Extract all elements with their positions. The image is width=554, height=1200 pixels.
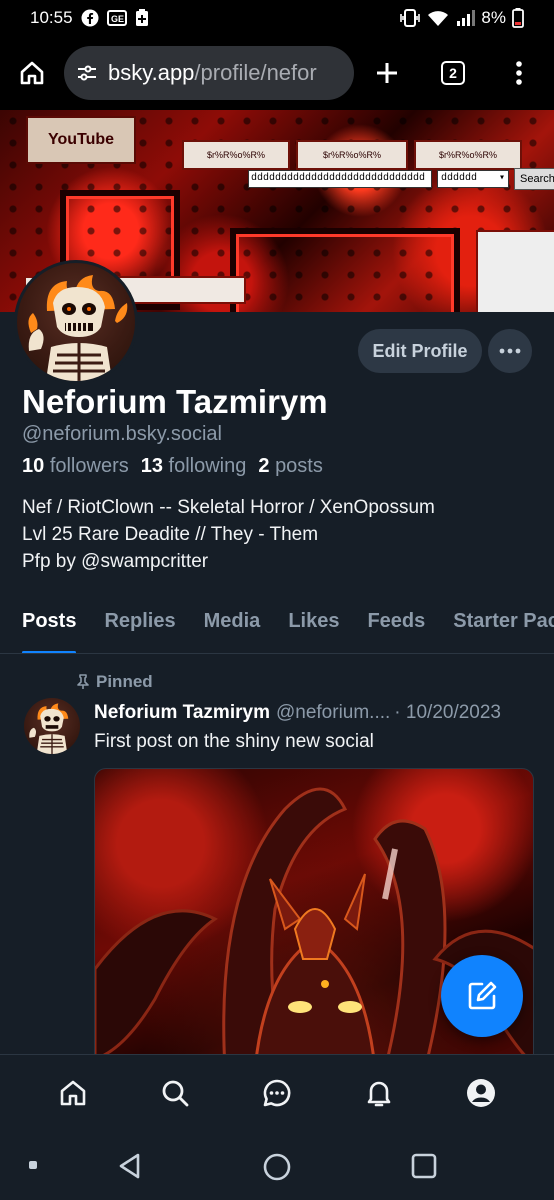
tab-count: 2 <box>441 61 465 85</box>
tab-feeds[interactable]: Feeds <box>367 598 425 653</box>
profile-handle: @neforium.bsky.social <box>22 423 222 445</box>
profile-stats: 10 followers 13 following 2 posts <box>22 455 329 478</box>
following-link[interactable]: 13 following <box>141 455 247 478</box>
post-header: Neforium Tazmirym @neforium.... · 10/20/… <box>94 702 540 724</box>
search-icon <box>162 1080 189 1106</box>
banner-search-input: ddddddddddddddddddddddddddddd <box>248 170 432 188</box>
chat-icon <box>263 1079 291 1106</box>
profile-tabs: Posts Replies Media Likes Feeds Starter … <box>0 598 554 654</box>
banner-tab: $r%R%o%R% <box>296 140 408 170</box>
battery-icon <box>512 8 524 28</box>
banner-tab: $r%R%o%R% <box>182 140 290 170</box>
new-tab-button[interactable] <box>354 36 420 110</box>
wifi-icon <box>427 9 449 27</box>
bio-line: Nef / RiotClown -- Skeletal Horror / Xen… <box>22 497 435 518</box>
followers-link[interactable]: 10 followers <box>22 455 129 478</box>
system-navigation <box>0 1130 554 1200</box>
profile-bio: Nef / RiotClown -- Skeletal Horror / Xen… <box>22 494 435 575</box>
followers-count: 10 <box>22 455 45 477</box>
compose-icon <box>468 981 497 1010</box>
post-date[interactable]: · 10/20/2023 <box>394 702 501 724</box>
bio-line: Pfp by @swampcritter <box>22 551 209 572</box>
browser-menu-button[interactable] <box>486 36 552 110</box>
tab-switcher-button[interactable]: 2 <box>420 36 486 110</box>
address-bar[interactable]: bsky.app/profile/nefor <box>64 46 354 100</box>
more-horizontal-icon <box>499 348 521 354</box>
compose-post-button[interactable] <box>441 955 523 1037</box>
profile-display-name: Neforium Tazmirym <box>22 383 328 420</box>
bottom-navigation <box>0 1054 554 1130</box>
banner-search-button: Search <box>514 168 554 190</box>
banner-tab: $r%R%o%R% <box>414 140 522 170</box>
home-button[interactable] <box>0 36 64 110</box>
tab-starter-packs[interactable]: Starter Pack <box>453 598 554 653</box>
following-label: following <box>168 455 247 477</box>
banner-side-box <box>476 230 554 312</box>
tab-replies[interactable]: Replies <box>104 598 175 653</box>
system-recents-button[interactable] <box>410 1152 438 1180</box>
banner-logo: YouTube <box>26 116 136 164</box>
skeleton-avatar-icon <box>29 703 69 754</box>
post-author-handle[interactable]: @neforium.... <box>276 702 390 724</box>
profile-icon <box>467 1078 495 1107</box>
tab-media[interactable]: Media <box>204 598 261 653</box>
bell-icon <box>367 1081 391 1106</box>
pin-icon <box>77 674 89 689</box>
followers-label: followers <box>49 455 129 477</box>
back-triangle-icon <box>119 1153 140 1179</box>
nav-chat-button[interactable] <box>247 1063 307 1123</box>
post-text[interactable]: First post on the shiny new social <box>94 731 374 753</box>
system-back-button[interactable] <box>116 1152 144 1180</box>
profile-more-button[interactable] <box>488 329 532 373</box>
url-host: bsky.app <box>108 60 195 85</box>
nav-profile-button[interactable] <box>451 1063 511 1123</box>
home-icon <box>20 61 44 85</box>
plus-icon <box>377 63 397 83</box>
vibrate-icon <box>399 9 421 27</box>
tab-posts[interactable]: Posts <box>22 598 77 653</box>
svg-text:GE: GE <box>111 14 124 24</box>
browser-toolbar: bsky.app/profile/nefor 2 <box>0 36 554 110</box>
profile-avatar[interactable] <box>14 260 138 384</box>
banner-frame <box>230 228 460 312</box>
news-icon: GE <box>106 10 127 26</box>
home-icon <box>60 1080 86 1105</box>
pinned-indicator: Pinned <box>76 672 153 692</box>
nav-notifications-button[interactable] <box>349 1063 409 1123</box>
post-author-avatar[interactable] <box>24 698 80 754</box>
site-settings-icon[interactable] <box>76 63 98 83</box>
bio-line: Lvl 25 Rare Deadite // They - Them <box>22 524 319 545</box>
tab-likes[interactable]: Likes <box>288 598 339 653</box>
posts-label: posts <box>275 455 323 477</box>
battery-percent: 8% <box>481 8 506 27</box>
following-count: 13 <box>140 455 163 477</box>
banner-search-select: dddddd <box>437 170 509 188</box>
posts-stat: 2 posts <box>258 455 323 478</box>
system-dot-indicator <box>28 1160 38 1170</box>
pinned-label: Pinned <box>96 672 153 691</box>
more-vertical-icon <box>516 61 522 85</box>
medical-icon <box>135 9 149 27</box>
posts-count: 2 <box>258 455 270 477</box>
bio-mention-link[interactable]: @swampcritter <box>81 551 208 572</box>
system-home-button[interactable] <box>262 1152 292 1182</box>
skeleton-avatar-icon <box>28 275 128 381</box>
facebook-icon <box>81 9 99 27</box>
square-recents-icon <box>411 1153 437 1179</box>
edit-profile-button[interactable]: Edit Profile <box>358 329 482 373</box>
nav-search-button[interactable] <box>145 1063 205 1123</box>
status-time: 10:55 <box>30 8 73 27</box>
signal-icon <box>455 9 476 27</box>
circle-home-icon <box>263 1153 291 1181</box>
status-bar: 10:55 GE 8% <box>0 0 554 36</box>
url-path: /profile/nefor <box>194 60 317 85</box>
post-author-name[interactable]: Neforium Tazmirym <box>94 702 270 724</box>
nav-home-button[interactable] <box>43 1063 103 1123</box>
